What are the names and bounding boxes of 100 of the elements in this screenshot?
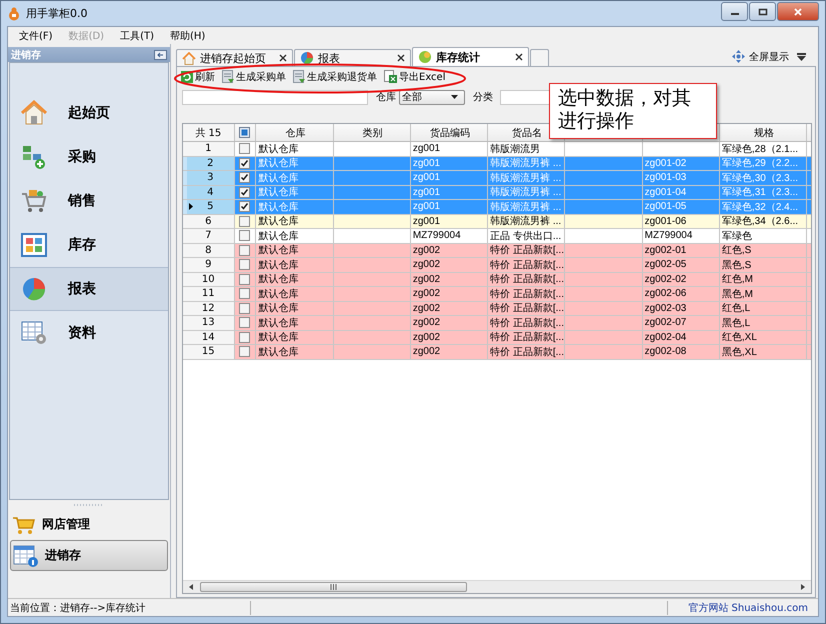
table-cell: 默认仓库 [258, 156, 298, 170]
table-cell-text: 默认仓库 [258, 142, 298, 156]
table-cell: zg002 [412, 244, 440, 256]
table-cell-text: 黑色,L [722, 316, 750, 330]
table-cell-text: 红色,L [722, 302, 750, 315]
row-number: 13 [202, 317, 215, 328]
table-cell-text: 特价 正品新款[... [490, 258, 564, 272]
table-cell: zg002-05 [644, 259, 686, 270]
table-cell-text: 黑色,XL [722, 346, 757, 358]
table-cell-text: 正品 专供出口... [490, 230, 562, 242]
table-cell-text: 韩版潮流男裤 ... [490, 200, 562, 214]
table-cell: zg002-04 [644, 332, 686, 343]
table-cell: zg001-02 [644, 158, 686, 169]
table-cell-text: 特价 正品新款[... [490, 288, 564, 300]
row-number: 6 [205, 216, 212, 227]
row-number: 14 [202, 332, 215, 343]
table-cell: zg001 [412, 201, 440, 212]
table-cell: 默认仓库 [258, 244, 298, 257]
row-number: 2 [207, 158, 214, 169]
table-cell: 默认仓库 [258, 272, 298, 286]
table-cell: zg002 [412, 302, 440, 314]
table-cell-text: 红色,M [722, 273, 753, 286]
table-cell: zg002-02 [644, 274, 686, 285]
table-cell: zg001-06 [644, 216, 686, 227]
table-cell-text: 默认仓库 [258, 316, 298, 330]
table-cell: 默认仓库 [258, 330, 298, 344]
table-cell: 特价 正品新款[... [490, 330, 564, 344]
row-number: 5 [207, 201, 214, 212]
row-number: 3 [207, 172, 214, 184]
row-number: 11 [202, 288, 215, 300]
table-cell-text: 默认仓库 [258, 230, 298, 242]
nav-label: 库存 [68, 236, 96, 254]
table-cell-text: 军绿色,34（2.6... [722, 215, 798, 228]
table-cell: 特价 正品新款[... [490, 244, 564, 257]
table-cell: zg002 [412, 274, 440, 285]
table-cell-text: 红色,S [722, 244, 752, 257]
table-cell: 默认仓库 [258, 302, 298, 315]
table-cell: 默认仓库 [258, 214, 298, 228]
table-cell: zg002-07 [644, 317, 686, 328]
table-cell-text: 默认仓库 [258, 258, 298, 272]
nav-label: 起始页 [68, 104, 110, 122]
table-cell-text: 韩版潮流男裤 ... [490, 172, 562, 184]
row-number: 10 [202, 274, 215, 285]
table-cell: zg002-08 [644, 346, 686, 358]
table-cell: 韩版潮流男裤 ... [490, 186, 562, 199]
row-number: 15 [202, 346, 215, 358]
row-number: 9 [205, 259, 212, 270]
table-cell: zg001 [412, 158, 440, 169]
table-cell-text: 军绿色,29（2.2... [722, 157, 798, 170]
table-cell-text: 韩版潮流男 [490, 142, 540, 156]
status-location: 当前位置：进销存-->库存统计 [8, 600, 251, 614]
table-cell: zg001-05 [644, 201, 686, 212]
table-cell-text: 红色,XL [722, 331, 757, 344]
table-cell: zg002-06 [644, 288, 686, 300]
table-cell: zg002 [412, 288, 440, 300]
table-cell: MZ799004 [412, 230, 461, 242]
category-label: 分类 [473, 90, 493, 104]
table-cell-text: 默认仓库 [258, 172, 298, 184]
nav-label: 销售 [68, 192, 96, 210]
table-cell: zg001 [412, 143, 440, 154]
table-cell: zg001 [412, 172, 440, 184]
table-cell-text: 军绿色,31（2.3... [722, 186, 798, 199]
table-cell: zg001-04 [644, 186, 686, 198]
table-cell: zg002 [412, 259, 440, 270]
warehouse-label: 仓库 [376, 90, 396, 104]
table-cell: zg001-03 [644, 172, 686, 184]
row-number: 4 [207, 186, 214, 198]
table-cell: zg001 [412, 216, 440, 227]
table-cell-text: 军绿色,32（2.4... [722, 200, 798, 214]
window-title: 用手掌柜0.0 [26, 6, 88, 21]
nav-label: 报表 [68, 280, 96, 298]
table-cell-text: 默认仓库 [258, 200, 298, 214]
row-number: 12 [202, 302, 215, 314]
table-cell: 特价 正品新款[... [490, 302, 564, 315]
table-cell-text: 军绿色,28（2.1... [722, 142, 798, 156]
nav-label: 采购 [68, 148, 96, 166]
table-cell-text: 军绿色 [722, 230, 752, 242]
nav-label: 资料 [68, 324, 96, 342]
panel-title: 进销存 [11, 48, 41, 62]
table-cell-text: 特价 正品新款[... [490, 316, 564, 330]
table-cell-text: 黑色,M [722, 288, 753, 300]
table-cell-text: 默认仓库 [258, 288, 298, 300]
table-cell: zg002-01 [644, 244, 686, 256]
table-cell-text: 特价 正品新款[... [490, 346, 564, 358]
row-number: 1 [205, 143, 212, 154]
row-count: 共 15 [183, 124, 234, 141]
table-cell: zg002 [412, 332, 440, 343]
note-tooltip: 选中数据，对其进行操作 [549, 83, 717, 139]
table-cell: zg002 [412, 346, 440, 358]
table-cell: 默认仓库 [258, 186, 298, 199]
table-cell-text: 军绿色,30（2.3... [722, 172, 798, 184]
table-cell: zg001 [412, 186, 440, 198]
table-cell: zg002 [412, 317, 440, 328]
table-cell: 特价 正品新款[... [490, 272, 564, 286]
row-number: 7 [205, 230, 212, 242]
table-cell: MZ799004 [644, 230, 692, 242]
table-cell: zg002-03 [644, 302, 686, 314]
table-cell: 韩版潮流男裤 ... [490, 214, 562, 228]
table-cell-text: 黑色,S [722, 258, 752, 272]
row-number: 8 [205, 244, 212, 256]
